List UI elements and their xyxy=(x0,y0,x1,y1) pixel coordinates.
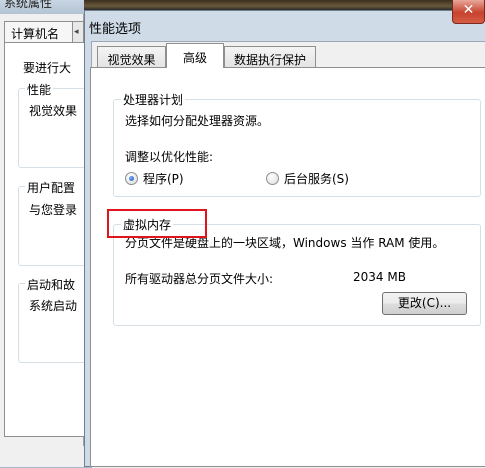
system-properties-button-bar xyxy=(0,446,84,467)
radio-selected-dot-icon xyxy=(129,176,134,181)
performance-group xyxy=(18,88,84,168)
paging-file-total-value: 2034 MB xyxy=(353,270,406,284)
intro-text: 要进行大 xyxy=(23,61,72,75)
startup-recovery-group xyxy=(18,283,84,363)
processor-scheduling-description: 选择如何分配处理器资源。 xyxy=(125,114,270,128)
programs-radio-option[interactable]: 程序(P) xyxy=(125,170,215,186)
tab-scroll-left-icon[interactable]: ◂ xyxy=(72,21,84,43)
performance-text: 视觉效果 xyxy=(29,104,78,118)
startup-recovery-text: 系统启动 xyxy=(29,299,78,313)
tab-visual-effects[interactable]: 视觉效果 xyxy=(97,46,166,68)
system-properties-title: 系统属性 xyxy=(4,0,53,10)
virtual-memory-description: 分页文件是硬盘上的一块区域，Windows 当作 RAM 使用。 xyxy=(125,236,445,250)
user-profile-group xyxy=(18,186,84,266)
paging-file-total-label: 所有驱动器总分页文件大小: xyxy=(125,272,274,286)
tab-computer-name[interactable]: 计算机名 xyxy=(4,21,74,43)
performance-group-label: 性能 xyxy=(25,81,54,98)
startup-recovery-group-label: 启动和故 xyxy=(25,276,84,293)
dialog-title: 性能选项 xyxy=(89,22,142,37)
highlight-annotation-box xyxy=(107,209,207,238)
tab-advanced[interactable]: 高级 xyxy=(166,43,224,68)
background-services-radio-option[interactable]: 后台服务(S) xyxy=(266,170,376,186)
change-virtual-memory-button[interactable]: 更改(C)... xyxy=(382,292,467,315)
adjust-performance-label: 调整以优化性能: xyxy=(125,150,214,164)
user-profile-text: 与您登录 xyxy=(29,203,78,217)
system-properties-titlebar: 系统属性 xyxy=(0,0,84,14)
tab-data-execution-prevention[interactable]: 数据执行保护 xyxy=(224,46,316,68)
user-profile-group-label: 用户配置 xyxy=(25,179,84,196)
processor-scheduling-label: 处理器计划 xyxy=(121,91,186,108)
background-desktop-strip xyxy=(84,0,485,10)
close-button[interactable]: ✕ xyxy=(452,0,485,24)
programs-radio-label: 程序(P) xyxy=(143,172,184,186)
close-icon: ✕ xyxy=(462,2,475,18)
background-services-radio-button[interactable] xyxy=(266,172,279,185)
background-services-radio-label: 后台服务(S) xyxy=(284,172,349,186)
programs-radio-button[interactable] xyxy=(125,172,138,185)
